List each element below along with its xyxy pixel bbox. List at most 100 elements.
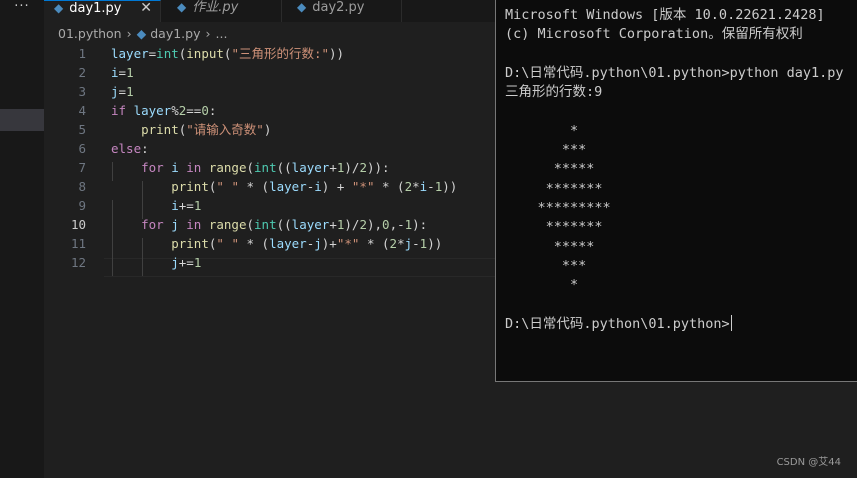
terminal-line-text: *** <box>505 257 587 274</box>
terminal-line: ******* <box>505 218 603 237</box>
watermark: CSDN @艾44 <box>776 457 841 468</box>
tab-day1[interactable]: ◆ day1.py ✕ <box>44 0 161 22</box>
code-token: i <box>171 160 179 175</box>
code-token: i <box>171 198 179 213</box>
code-token: int <box>254 217 277 232</box>
terminal-window[interactable]: Microsoft Windows [版本 10.0.22621.2428] (c… <box>495 0 857 382</box>
code-token: j <box>111 84 119 99</box>
code-token: input <box>186 46 224 61</box>
code-token: ( <box>246 160 255 175</box>
breadcrumb-folder[interactable]: 01.python <box>58 26 122 41</box>
terminal-line-text: (c) Microsoft Corporation。保留所有权利 <box>505 26 803 43</box>
code-token: += <box>178 255 194 270</box>
code-token: + <box>329 160 337 175</box>
python-file-icon: ◆ <box>54 1 64 15</box>
terminal-line: Microsoft Windows [版本 10.0.22621.2428] <box>505 6 825 25</box>
terminal-line: ***** <box>505 160 595 179</box>
code-token: 2 <box>389 236 398 251</box>
breadcrumb-more[interactable]: ... <box>216 26 228 41</box>
more-actions-icon[interactable]: ··· <box>0 0 44 22</box>
code-token: 1 <box>126 84 134 99</box>
code-line: print(" " * (layer-i) + "*" * (2*i-1)) <box>111 177 457 196</box>
code-token: layer <box>133 103 172 118</box>
code-token: ( <box>246 217 255 232</box>
chevron-right-icon: › <box>205 26 211 41</box>
terminal-line: 三角形的行数:9 <box>505 83 602 102</box>
code-token: 2 <box>359 217 367 232</box>
code-token: )) <box>329 46 345 61</box>
code-line: print("请输入奇数") <box>111 120 271 139</box>
python-file-icon: ◆ <box>297 0 307 14</box>
code-token: - <box>397 217 405 232</box>
text-cursor <box>730 314 732 331</box>
code-token: j <box>314 236 322 251</box>
code-token: range <box>208 217 247 232</box>
code-line: i=1 <box>111 63 134 82</box>
line-number: 2 <box>78 65 86 80</box>
code-line: j=1 <box>111 82 134 101</box>
code-token: : <box>382 160 390 175</box>
code-token: == <box>186 103 202 118</box>
code-editor[interactable]: 1 2 3 4 5 6 7 8 9 10 11 12 layer=int(input("三角形的行数:… <box>44 44 540 478</box>
code-token: * ( <box>238 179 270 194</box>
activity-bar: ··· <box>0 0 44 478</box>
terminal-line: * <box>505 276 578 295</box>
line-number: 10 <box>70 217 86 232</box>
line-number: 6 <box>78 141 86 156</box>
line-number: 12 <box>70 255 86 270</box>
code-token: 2 <box>404 179 413 194</box>
code-line: else: <box>111 139 149 158</box>
terminal-line: ******* <box>505 180 603 199</box>
terminal-line-text: D:\日常代码.python\01.python> <box>505 315 730 332</box>
tab-day2[interactable]: ◆ day2.py <box>287 0 402 22</box>
code-line: for i in range(int((layer+1)/2)): <box>111 158 390 177</box>
code-token: if <box>111 103 134 118</box>
close-icon[interactable]: ✕ <box>140 1 152 15</box>
code-token: in <box>178 160 209 175</box>
code-token: )/ <box>344 217 360 232</box>
code-token: int <box>156 46 179 61</box>
code-token: "三角形的行数:" <box>231 46 330 61</box>
code-line: layer=int(input("三角形的行数:")) <box>111 44 344 63</box>
code-token: * ( <box>359 236 390 251</box>
code-token: print <box>171 236 209 251</box>
code-token: )/ <box>344 160 360 175</box>
code-line: for j in range(int((layer+1)/2),0,-1): <box>111 215 427 234</box>
terminal-line: ***** <box>505 238 595 257</box>
code-token: i <box>314 179 322 194</box>
code-token: for <box>141 217 172 232</box>
code-token: j <box>171 217 179 232</box>
code-token: layer <box>291 160 330 175</box>
tab-homework[interactable]: ◆ 作业.py <box>167 0 282 22</box>
code-token: "请输入奇数" <box>186 122 264 137</box>
line-number: 8 <box>78 179 86 194</box>
code-token: range <box>208 160 247 175</box>
terminal-line: D:\日常代码.python\01.python> <box>505 314 732 334</box>
code-token: "*" <box>336 236 360 251</box>
terminal-line-text: ***** <box>505 238 595 255</box>
line-number: 9 <box>78 198 86 213</box>
code-token: * ( <box>238 236 270 251</box>
activity-bar-selected-item[interactable] <box>0 109 44 131</box>
code-token: in <box>178 217 209 232</box>
code-token: 1 <box>126 65 134 80</box>
code-token: " " <box>216 179 239 194</box>
code-token: )) <box>427 236 443 251</box>
tab-label: day2.py <box>312 0 365 15</box>
code-line: print(" " * (layer-j)+"*" * (2*j-1)) <box>111 234 442 253</box>
terminal-line: D:\日常代码.python\01.python>python day1.py <box>505 64 843 83</box>
code-token: for <box>141 160 172 175</box>
code-token: - <box>427 179 435 194</box>
line-number: 4 <box>78 103 86 118</box>
code-token: , <box>389 217 398 232</box>
line-number: 1 <box>78 46 86 61</box>
breadcrumb-file[interactable]: day1.py <box>150 26 200 41</box>
code-token: - <box>412 236 420 251</box>
code-token: : <box>141 141 149 156</box>
terminal-line: *** <box>505 257 586 276</box>
